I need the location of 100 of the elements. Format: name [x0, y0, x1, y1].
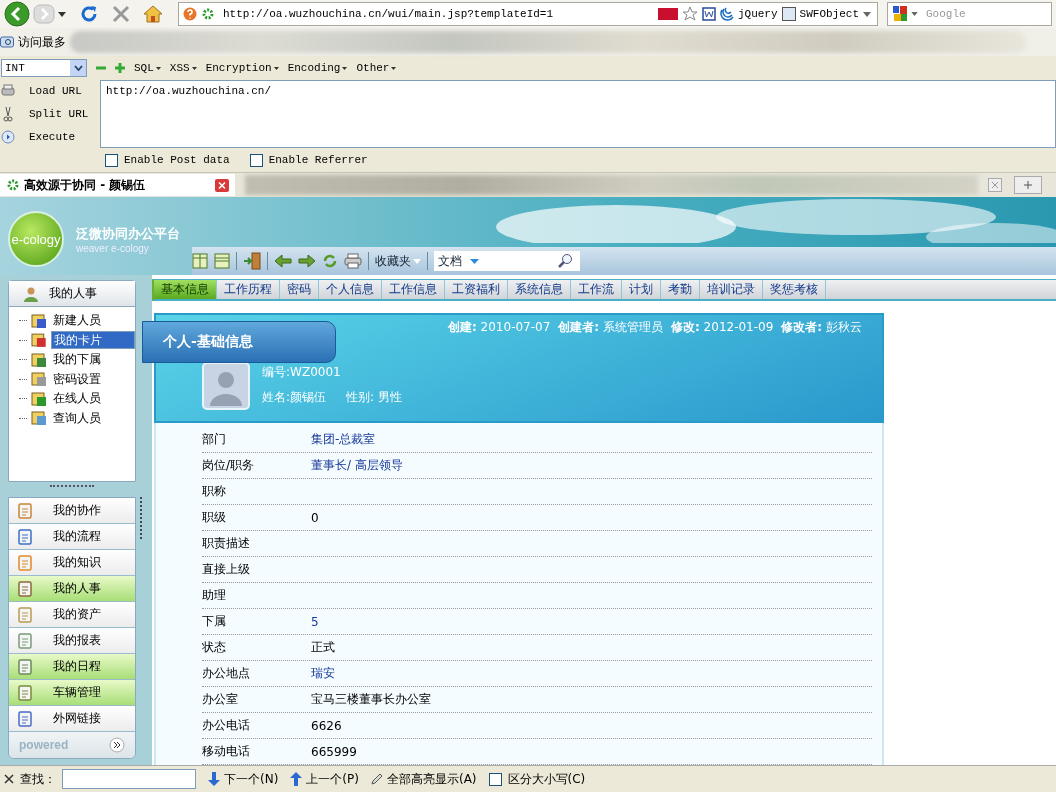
field-link[interactable]: 瑞安 [311, 665, 335, 682]
rows-icon[interactable] [214, 253, 230, 269]
tab[interactable]: 个人信息 [319, 280, 382, 299]
new-tab-icon[interactable] [1014, 176, 1042, 194]
tree-item[interactable]: 密码设置 [51, 369, 103, 389]
dropdown-caret-icon[interactable] [58, 11, 66, 17]
bookmark-folder[interactable]: 访问最多 [18, 33, 66, 51]
address-bar[interactable]: http://oa.wuzhouchina.cn/wui/main.jsp?templateId=1 jQuery SWFObject [178, 2, 878, 26]
field-link[interactable]: 董事长/ 高层领导 [311, 457, 403, 474]
tab[interactable]: 基本信息 [154, 280, 217, 299]
module-item[interactable]: 外网链接 [9, 706, 135, 732]
card-icon [31, 371, 47, 388]
field-label: 状态 [202, 639, 227, 656]
checkbox[interactable] [488, 772, 502, 786]
previous-button[interactable]: 上一个(P) [290, 770, 359, 788]
tab[interactable]: 工作信息 [382, 280, 445, 299]
find-label: 查找： [20, 770, 56, 788]
url-textarea[interactable]: http://oa.wuzhouchina.cn/ [100, 80, 1056, 148]
checkbox[interactable] [105, 153, 118, 167]
plus-icon[interactable] [115, 63, 125, 73]
module-item[interactable]: 我的流程 [9, 524, 135, 550]
tree-item[interactable]: 我的下属 [51, 350, 103, 370]
field-link[interactable]: 5 [311, 614, 319, 629]
type-select[interactable]: INT [1, 59, 87, 77]
scissors-icon [1, 106, 15, 122]
action-button[interactable]: Execute [29, 131, 76, 143]
search-field[interactable]: Google [887, 2, 1052, 26]
forward-arrow-icon[interactable] [298, 254, 316, 268]
powered-label: powered [19, 738, 69, 752]
action-button[interactable]: Split URL [29, 108, 89, 120]
tab[interactable]: 工作流 [571, 280, 622, 299]
back-icon[interactable] [4, 1, 30, 27]
field-label: 直接上级 [202, 561, 251, 578]
caret-icon [413, 258, 421, 264]
menu-item[interactable]: XSS [169, 62, 197, 74]
tree-item[interactable]: 在线人员 [51, 389, 103, 409]
tab[interactable]: 培训记录 [700, 280, 763, 299]
field-link[interactable]: 集团-总裁室 [311, 431, 376, 448]
tree-item[interactable]: 查询人员 [51, 408, 103, 428]
columns-icon[interactable] [192, 253, 208, 269]
section-header[interactable]: 我的人事 [9, 281, 135, 307]
tree-item[interactable]: 新建人员 [51, 311, 103, 331]
toolbar-addon[interactable]: jQuery [737, 8, 778, 20]
field-label: 办公电话 [202, 717, 251, 734]
menu-item[interactable]: Encoding [287, 62, 348, 74]
caret-icon [470, 258, 479, 264]
gear-icon [201, 7, 215, 21]
module-item[interactable]: 我的协作 [9, 498, 135, 524]
field-value: 6626 [311, 718, 342, 733]
find-field[interactable] [62, 769, 196, 789]
field-value: 正式 [311, 639, 335, 656]
menu-item[interactable]: Other [356, 62, 397, 74]
module-item[interactable]: 我的日程 [9, 654, 135, 680]
field-label: 助理 [202, 587, 227, 604]
back-arrow-icon[interactable] [274, 254, 292, 268]
tab[interactable]: 奖惩考核 [763, 280, 826, 299]
search-field[interactable]: 文档 [434, 251, 580, 271]
refresh-icon[interactable] [322, 253, 338, 269]
tab[interactable]: 工资福利 [445, 280, 508, 299]
module-item[interactable]: 我的知识 [9, 550, 135, 576]
close-icon[interactable] [215, 178, 229, 192]
reload-icon[interactable] [79, 4, 99, 24]
module-item[interactable]: 我的人事 [9, 576, 135, 602]
favorites-menu[interactable]: 收藏夹 [375, 252, 421, 270]
document-icon [17, 684, 33, 701]
stop-icon[interactable] [112, 5, 130, 23]
caret-icon [73, 65, 83, 71]
module-item[interactable]: 我的报表 [9, 628, 135, 654]
module-item[interactable]: 车辆管理 [9, 680, 135, 706]
printer-icon[interactable] [344, 253, 362, 269]
card-icon [31, 351, 47, 368]
tab[interactable]: 工作历程 [217, 280, 280, 299]
help-icon [183, 7, 197, 21]
close-icon[interactable] [4, 774, 14, 784]
card-icon [31, 390, 47, 407]
flag-icon [657, 8, 678, 20]
checkbox-label: Enable Post data [124, 154, 230, 166]
menu-item[interactable]: SQL [134, 62, 161, 74]
menu-item[interactable]: Encryption [205, 62, 279, 74]
expand-icon[interactable] [109, 737, 125, 753]
tab[interactable]: 考勤 [661, 280, 700, 299]
dropdown-caret-icon [911, 12, 918, 16]
tab[interactable]: 计划 [622, 280, 661, 299]
checkbox[interactable] [249, 153, 263, 167]
caret-icon [273, 66, 279, 70]
tab[interactable]: 密码 [280, 280, 319, 299]
action-button[interactable]: Load URL [29, 85, 82, 97]
home-icon[interactable] [143, 5, 163, 23]
highlight-button[interactable]: 全部高亮显示(A) [370, 770, 477, 788]
tree-item[interactable]: 我的卡片 [50, 331, 135, 350]
toolbar-addon[interactable]: SWFObject [799, 8, 859, 20]
tab[interactable]: 系统信息 [508, 280, 571, 299]
exit-icon[interactable] [243, 252, 261, 270]
document-icon [17, 606, 33, 623]
meta-text: 创建: 2010-07-07 [447, 319, 551, 336]
next-button[interactable]: 下一个(N) [208, 770, 279, 788]
document-icon [17, 580, 33, 597]
module-item[interactable]: 我的资产 [9, 602, 135, 628]
browser-tab[interactable]: 高效源于协同 - 颜锡伍 [0, 174, 235, 196]
play-icon [1, 130, 15, 144]
